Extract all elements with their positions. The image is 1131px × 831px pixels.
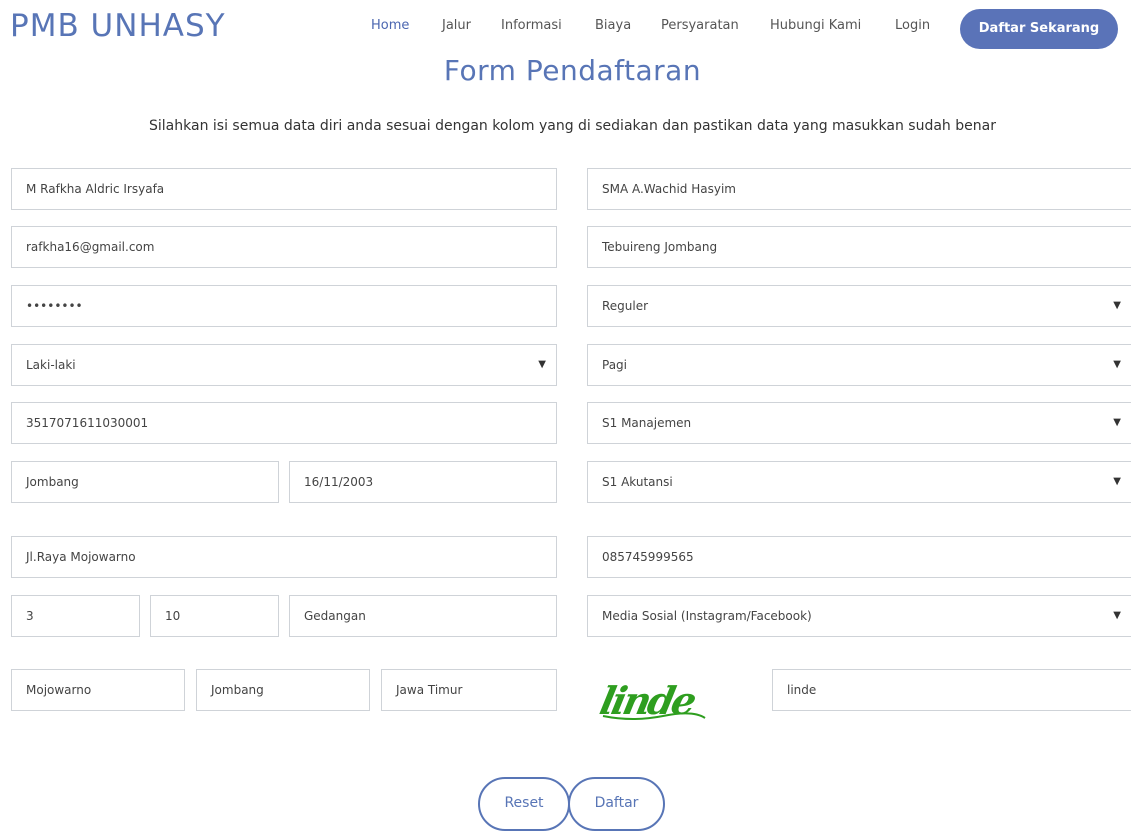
tempat-lahir-field[interactable]: Jombang [11,461,279,503]
rw-value: 10 [165,609,181,623]
chevron-down-icon: ▼ [1113,610,1121,621]
alamat-field[interactable]: Jl.Raya Mojowarno [11,536,557,578]
captcha-input-value: linde [787,683,817,697]
password-value: •••••••• [26,299,83,313]
provinsi-field[interactable]: Jawa Timur [381,669,557,711]
tempat-lahir-value: Jombang [26,475,79,489]
chevron-down-icon: ▼ [1113,300,1121,311]
asal-sekolah-value: SMA A.Wachid Hasyim [602,182,736,196]
nav-biaya[interactable]: Biaya [595,18,631,33]
kabupaten-field[interactable]: Jombang [196,669,370,711]
alamat-value: Jl.Raya Mojowarno [26,550,136,564]
desa-field[interactable]: Gedangan [289,595,557,637]
kecamatan-value: Mojowarno [26,683,92,697]
asal-sekolah-field[interactable]: SMA A.Wachid Hasyim [587,168,1131,210]
kabupaten-value: Jombang [211,683,264,697]
jalur-value: Reguler [602,299,649,313]
provinsi-value: Jawa Timur [396,683,463,697]
sumber-info-value: Media Sosial (Instagram/Facebook) [602,609,812,623]
nav-persyaratan[interactable]: Persyaratan [661,18,739,33]
captcha-input[interactable]: linde [772,669,1131,711]
nav-home[interactable]: Home [371,18,409,33]
brand-logo[interactable]: PMB UNHASY [10,8,226,44]
prodi-2-select[interactable]: S1 Akutansi ▼ [587,461,1131,503]
telepon-field[interactable]: 085745999565 [587,536,1131,578]
nik-field[interactable]: 3517071611030001 [11,402,557,444]
nav-hubungi-kami[interactable]: Hubungi Kami [770,18,861,33]
reset-button[interactable]: Reset [478,777,570,831]
nav-login[interactable]: Login [895,18,930,33]
rw-field[interactable]: 10 [150,595,279,637]
prodi-2-value: S1 Akutansi [602,475,673,489]
email-field[interactable]: rafkha16@gmail.com [11,226,557,268]
chevron-down-icon: ▼ [538,359,546,370]
jalur-select[interactable]: Reguler ▼ [587,285,1131,327]
rt-field[interactable]: 3 [11,595,140,637]
alamat-sekolah-field[interactable]: Tebuireng Jombang [587,226,1131,268]
daftar-button[interactable]: Daftar [568,777,665,831]
waktu-kuliah-value: Pagi [602,358,628,372]
alamat-sekolah-value: Tebuireng Jombang [602,240,718,254]
jenis-kelamin-value: Laki-laki [26,358,76,372]
prodi-1-value: S1 Manajemen [602,416,692,430]
desa-value: Gedangan [304,609,366,623]
jenis-kelamin-select[interactable]: Laki-laki ▼ [11,344,557,386]
chevron-down-icon: ▼ [1113,476,1121,487]
rt-value: 3 [26,609,34,623]
tanggal-lahir-value: 16/11/2003 [304,475,374,489]
captcha-image: linde [596,679,706,724]
email-value: rafkha16@gmail.com [26,240,155,254]
telepon-value: 085745999565 [602,550,694,564]
nama-field[interactable]: M Rafkha Aldric Irsyafa [11,168,557,210]
password-field[interactable]: •••••••• [11,285,557,327]
kecamatan-field[interactable]: Mojowarno [11,669,185,711]
daftar-sekarang-button[interactable]: Daftar Sekarang [960,9,1118,49]
nav-informasi[interactable]: Informasi [501,18,562,33]
nama-value: M Rafkha Aldric Irsyafa [26,182,165,196]
sumber-info-select[interactable]: Media Sosial (Instagram/Facebook) ▼ [587,595,1131,637]
page-subtitle: Silahkan isi semua data diri anda sesuai… [149,118,996,134]
nav-jalur[interactable]: Jalur [442,18,471,33]
chevron-down-icon: ▼ [1113,359,1121,370]
waktu-kuliah-select[interactable]: Pagi ▼ [587,344,1131,386]
tanggal-lahir-field[interactable]: 16/11/2003 [289,461,557,503]
prodi-1-select[interactable]: S1 Manajemen ▼ [587,402,1131,444]
nik-value: 3517071611030001 [26,416,149,430]
chevron-down-icon: ▼ [1113,417,1121,428]
page-title: Form Pendaftaran [443,54,702,87]
